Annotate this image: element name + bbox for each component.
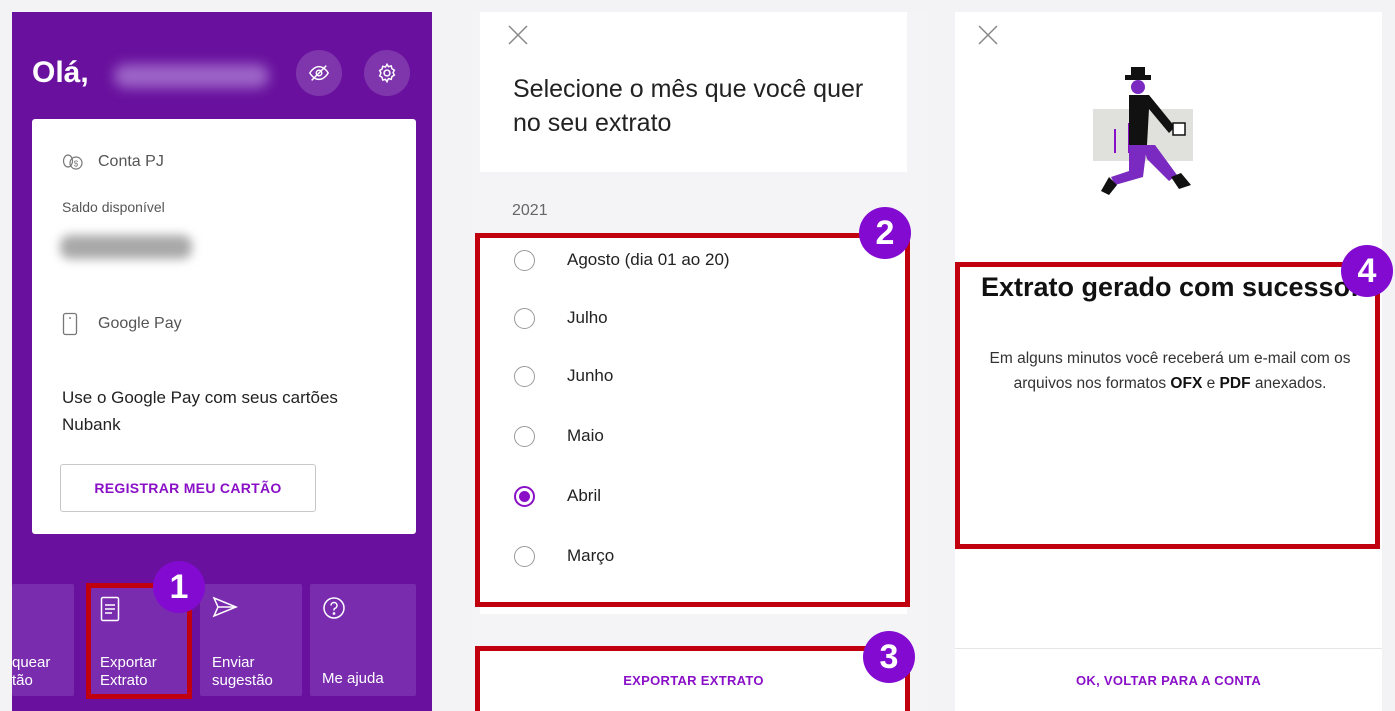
account-card[interactable]: $ Conta PJ Saldo disponível — [32, 119, 416, 292]
register-card-button[interactable]: REGISTRAR MEU CARTÃO — [60, 464, 316, 512]
gear-icon — [378, 62, 396, 84]
svg-text:$: $ — [74, 159, 79, 168]
quick-action-label: quear tão — [12, 654, 51, 689]
coin-icon: $ — [62, 154, 83, 170]
account-card-header: $ Conta PJ — [62, 153, 164, 171]
phone-icon — [62, 312, 78, 336]
settings-button[interactable] — [364, 50, 410, 96]
available-balance-label: Saldo disponível — [62, 199, 165, 215]
walking-person-illustration — [1093, 67, 1193, 195]
highlight-box-4 — [955, 262, 1380, 549]
quick-action-send-suggestion[interactable]: Enviar sugestão — [200, 584, 302, 696]
help-icon — [322, 596, 346, 625]
success-footer: OK, VOLTAR PARA A CONTA — [955, 648, 1382, 711]
quick-action-unlock[interactable]: quear tão — [12, 584, 74, 696]
greeting-text: Olá, — [32, 56, 89, 89]
close-icon[interactable] — [507, 24, 529, 46]
quick-action-help[interactable]: Me ajuda — [310, 584, 416, 696]
send-icon — [212, 596, 238, 623]
select-month-header: Selecione o mês que você quer no seu ext… — [480, 12, 907, 172]
google-pay-header: Google Pay — [62, 312, 182, 336]
back-to-account-button[interactable]: OK, VOLTAR PARA A CONTA — [955, 649, 1382, 711]
eye-off-icon — [308, 65, 330, 81]
blurred-balance — [60, 235, 192, 259]
highlight-box-3 — [475, 646, 910, 711]
step-badge-3: 3 — [863, 631, 915, 683]
close-icon[interactable] — [977, 24, 999, 46]
hide-values-button[interactable] — [296, 50, 342, 96]
highlight-box-2 — [475, 233, 910, 607]
google-pay-card: Google Pay Use o Google Pay com seus car… — [32, 284, 416, 534]
google-pay-title: Google Pay — [98, 315, 182, 332]
step-badge-2: 2 — [859, 207, 911, 259]
year-label: 2021 — [512, 202, 548, 219]
quick-action-label: Me ajuda — [322, 670, 384, 687]
step-badge-4: 4 — [1341, 245, 1393, 297]
account-type-label: Conta PJ — [98, 153, 164, 170]
quick-action-label: Enviar sugestão — [212, 654, 273, 689]
google-pay-description: Use o Google Pay com seus cartões Nubank — [62, 388, 338, 434]
step-badge-1: 1 — [153, 561, 205, 613]
blurred-user-name — [114, 64, 269, 88]
account-home-screen: Olá, $ Conta PJ Saldo disponível Google … — [12, 12, 432, 711]
page-title: Selecione o mês que você quer no seu ext… — [513, 75, 864, 137]
